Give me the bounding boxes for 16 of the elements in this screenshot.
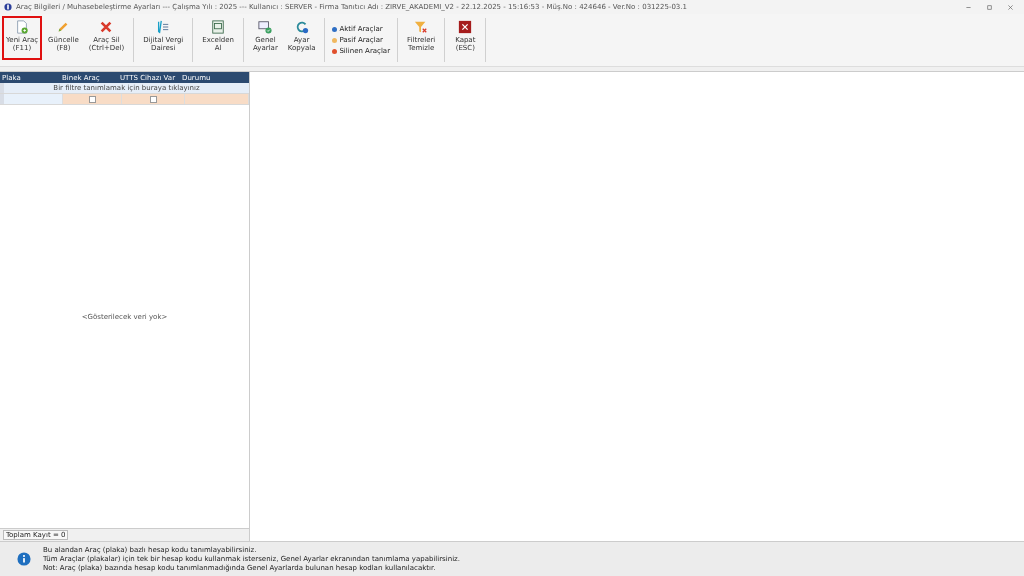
table-cell[interactable] — [122, 94, 185, 104]
table-cell[interactable] — [4, 94, 63, 104]
checkbox[interactable] — [149, 95, 157, 103]
maximize-icon[interactable] — [986, 3, 993, 11]
close-icon — [458, 20, 473, 34]
spreadsheet-icon — [211, 20, 226, 34]
delete-icon — [99, 20, 114, 34]
info-icon — [17, 552, 31, 566]
table-cell[interactable] — [63, 94, 122, 104]
app-icon — [4, 3, 12, 11]
checkbox[interactable] — [88, 95, 96, 103]
new-document-icon — [15, 20, 30, 34]
table-cell[interactable] — [185, 94, 249, 104]
funnel-icon — [414, 20, 429, 34]
monitor-check-icon — [258, 20, 273, 34]
close-icon[interactable] — [1007, 3, 1014, 11]
